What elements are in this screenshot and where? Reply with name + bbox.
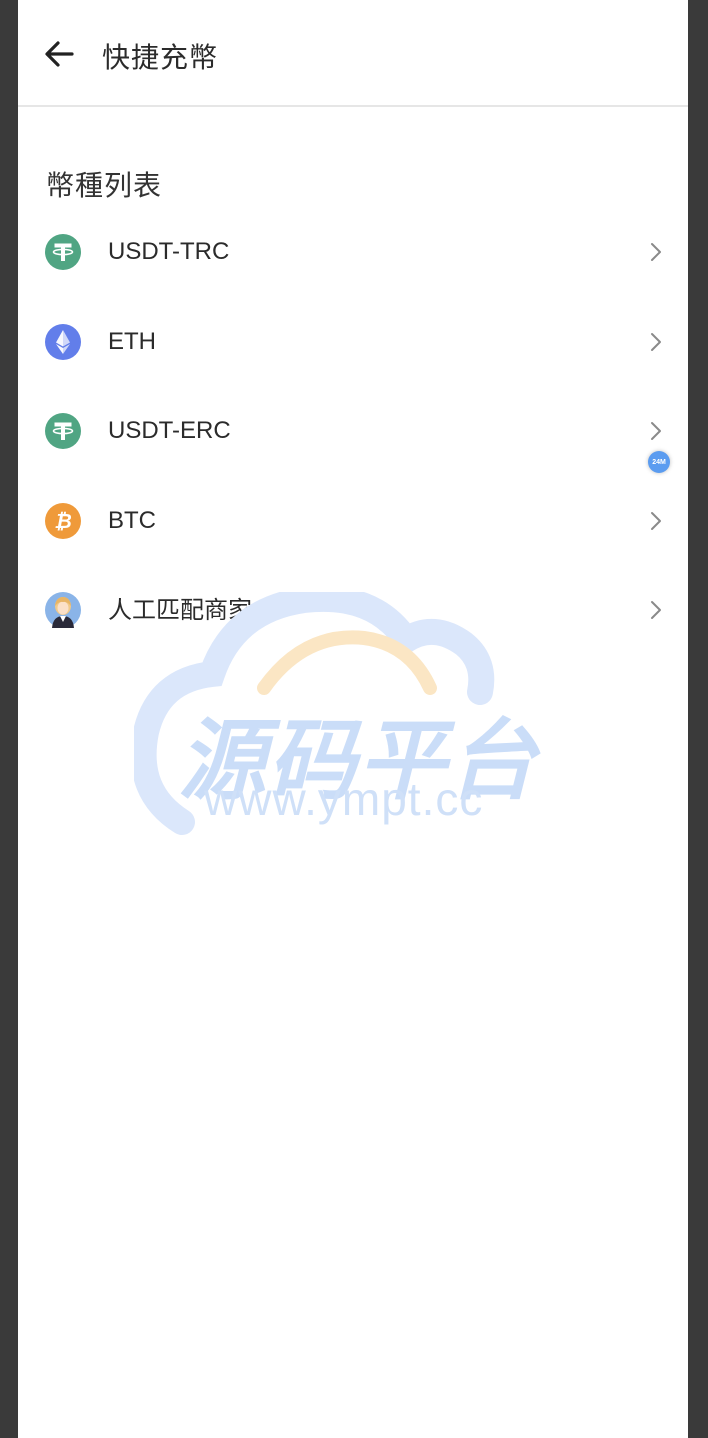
coin-label: ETH <box>108 327 156 355</box>
chevron-right-icon <box>651 422 661 440</box>
coin-item-btc[interactable]: ₿ BTC <box>18 477 688 567</box>
arrow-left-icon <box>45 41 74 67</box>
section-title: 幣種列表 <box>46 169 163 202</box>
top-bar: 快捷充幣 <box>18 0 688 107</box>
bitcoin-icon: ₿ <box>45 502 81 539</box>
floating-badge-button[interactable]: 24M <box>648 451 670 473</box>
watermark-cjk-text: 源码平台 <box>178 709 539 812</box>
watermark-url-text: www.ympt.cc <box>204 773 484 825</box>
coin-item-usdt-erc[interactable]: USDT-ERC <box>18 387 688 477</box>
chevron-right-icon <box>651 511 661 530</box>
tether-icon <box>45 413 81 449</box>
chevron-right-icon <box>651 243 661 261</box>
svg-text:₿: ₿ <box>54 509 72 533</box>
page-title: 快捷充幣 <box>102 41 219 74</box>
coin-item-manual-merchant[interactable]: 人工匹配商家 <box>18 566 688 656</box>
agent-avatar-icon <box>45 592 81 628</box>
coin-item-eth[interactable]: ETH <box>18 298 688 388</box>
coin-item-usdt-trc[interactable]: USDT-TRC <box>18 208 688 298</box>
app-screen: 快捷充幣 幣種列表 USDT-TRC ETH USDT-ERC ₿ BTC 人工… <box>18 0 688 1438</box>
coin-label: USDT-ERC <box>108 417 231 444</box>
coin-label: USDT-TRC <box>108 238 230 265</box>
chevron-right-icon <box>651 601 661 619</box>
ethereum-icon <box>45 323 81 360</box>
tether-icon <box>45 234 81 270</box>
chevron-right-icon <box>651 332 661 351</box>
back-button[interactable] <box>40 34 80 74</box>
coin-label: BTC <box>108 506 156 534</box>
coin-label: 人工匹配商家 <box>108 596 252 624</box>
coin-list: USDT-TRC ETH USDT-ERC ₿ BTC 人工匹配商家 <box>18 208 688 656</box>
